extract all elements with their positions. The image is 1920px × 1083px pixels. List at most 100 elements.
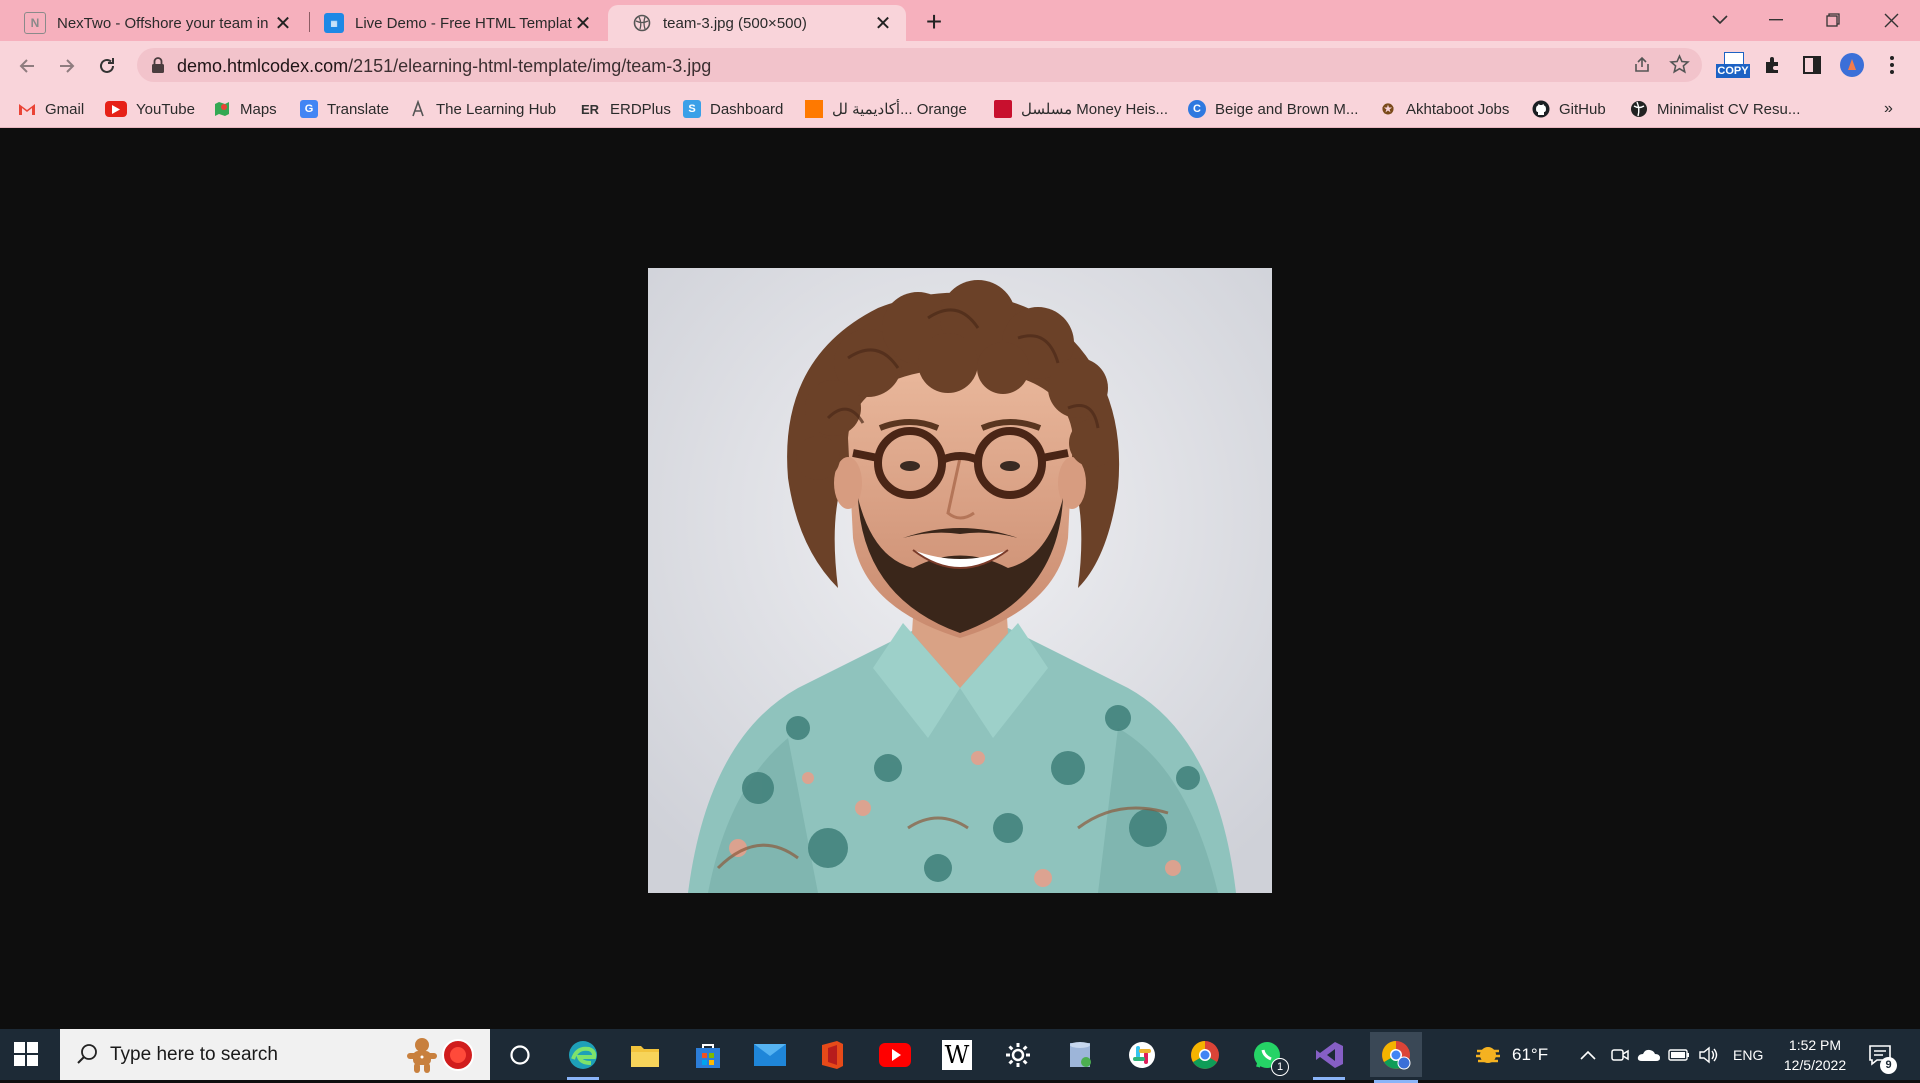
taskbar-search-box[interactable]: Type here to search (60, 1029, 490, 1080)
copy-extension-button[interactable]: COPY (1715, 51, 1751, 79)
close-tab-icon[interactable]: ✕ (272, 12, 294, 35)
profile-avatar[interactable] (1838, 51, 1866, 79)
forward-button[interactable] (52, 51, 82, 81)
bookmark-erdplus[interactable]: ER ERDPlus (579, 96, 671, 122)
meet-now-icon[interactable] (1611, 1029, 1629, 1080)
taskbar-office[interactable] (812, 1036, 852, 1074)
taskbar-chrome[interactable] (1185, 1036, 1225, 1074)
image-viewer (0, 128, 1920, 1029)
close-tab-icon[interactable]: ✕ (872, 12, 894, 35)
search-placeholder: Type here to search (110, 1044, 278, 1065)
browser-toolbar: demo.htmlcodex.com/2151/elearning-html-t… (0, 41, 1920, 89)
slack-icon (1129, 1042, 1155, 1068)
folder-icon (631, 1046, 659, 1067)
onedrive-icon[interactable] (1637, 1029, 1661, 1080)
taskbar-chrome-active[interactable] (1370, 1032, 1422, 1083)
chevron-down-icon (1712, 15, 1728, 25)
bookmark-maps[interactable]: Maps (213, 96, 277, 122)
windows-logo-icon (14, 1042, 38, 1066)
lock-icon[interactable] (151, 57, 165, 78)
htmlcodex-icon: ▦ (324, 13, 344, 33)
taskbar-wikipedia[interactable]: W (937, 1036, 977, 1074)
notification-count: 9 (1880, 1057, 1897, 1074)
bookmark-star-icon[interactable] (1669, 54, 1690, 80)
taskbar-settings[interactable] (998, 1036, 1038, 1074)
orange-icon (805, 100, 823, 118)
taskbar-mail[interactable] (750, 1036, 790, 1074)
bookmark-youtube[interactable]: YouTube (105, 96, 195, 122)
menu-kebab-icon[interactable] (1878, 51, 1906, 79)
erdplus-icon: ER (580, 101, 600, 117)
gingerbread-icon[interactable] (405, 1036, 439, 1079)
tab-nextwo[interactable]: N NexTwo - Offshore your team in ✕ (0, 5, 306, 41)
youtube-icon (105, 101, 127, 117)
side-panel-icon[interactable] (1798, 51, 1826, 79)
team-photo[interactable] (648, 268, 1272, 893)
taskbar-file-explorer[interactable] (625, 1036, 665, 1074)
bookmark-minimalist-cv[interactable]: Minimalist CV Resu... (1630, 96, 1800, 122)
language-indicator[interactable]: ENG (1733, 1029, 1763, 1080)
bookmark-beige-brown[interactable]: C Beige and Brown M... (1188, 96, 1358, 122)
edge-icon (569, 1041, 597, 1069)
battery-icon[interactable] (1668, 1029, 1690, 1080)
address-bar[interactable]: demo.htmlcodex.com/2151/elearning-html-t… (137, 48, 1702, 82)
volume-icon[interactable] (1698, 1029, 1720, 1080)
bookmark-orange[interactable]: أكاديمية لل... Orange (805, 96, 967, 122)
gear-icon (1006, 1043, 1030, 1067)
bookmark-akhtaboot[interactable]: ✪ Akhtaboot Jobs (1379, 96, 1509, 122)
tab-live-demo[interactable]: ▦ Live Demo - Free HTML Template ✕ (300, 5, 606, 41)
reload-icon (100, 58, 114, 73)
globe-icon (632, 13, 652, 33)
windows-taskbar: Type here to search W 1 61°F ENG 1:52 PM… (0, 1029, 1920, 1083)
clock[interactable]: 1:52 PM 12/5/2022 (1778, 1029, 1852, 1080)
red-orb-icon[interactable] (442, 1039, 474, 1076)
taskbar-youtube[interactable] (875, 1036, 915, 1074)
tab-title: team-3.jpg (500×500) (663, 14, 807, 32)
taskbar-slack[interactable] (1122, 1036, 1162, 1074)
forward-arrow-icon (60, 59, 75, 73)
reload-button[interactable] (92, 51, 122, 81)
youtube-icon (879, 1043, 911, 1067)
bookmark-learning-hub[interactable]: The Learning Hub (409, 96, 556, 122)
bookmark-github[interactable]: GitHub (1532, 96, 1606, 122)
weather-widget[interactable]: 61°F (1473, 1029, 1548, 1080)
minimize-button[interactable] (1748, 0, 1804, 40)
visual-studio-icon (1316, 1042, 1343, 1068)
cortana-icon (510, 1045, 530, 1065)
close-window-button[interactable] (1863, 0, 1919, 40)
nextwo-icon: N (24, 12, 46, 34)
back-button[interactable] (12, 51, 42, 81)
taskbar-store[interactable] (688, 1036, 728, 1074)
new-tab-button[interactable]: + (920, 6, 948, 37)
taskbar-db-app[interactable] (1060, 1036, 1100, 1074)
whatsapp-badge: 1 (1271, 1058, 1289, 1076)
close-tab-icon[interactable]: ✕ (572, 12, 594, 35)
taskbar-edge[interactable] (563, 1036, 603, 1080)
chrome-icon (1191, 1041, 1219, 1069)
url-text: demo.htmlcodex.com/2151/elearning-html-t… (177, 56, 712, 76)
dashboard-icon: S (683, 100, 701, 118)
bookmark-translate[interactable]: G Translate (300, 96, 389, 122)
share-icon[interactable] (1632, 55, 1652, 80)
tab-team-3[interactable]: team-3.jpg (500×500) ✕ (608, 5, 906, 41)
taskbar-visual-studio[interactable] (1309, 1036, 1349, 1080)
bookmark-dashboard[interactable]: S Dashboard (683, 96, 783, 122)
restore-button[interactable] (1805, 0, 1861, 40)
search-icon (76, 1043, 98, 1070)
bookmark-gmail[interactable]: Gmail (18, 96, 84, 122)
database-icon (1070, 1042, 1091, 1067)
cortana-button[interactable] (500, 1036, 540, 1074)
extensions-icon[interactable] (1759, 51, 1787, 79)
akhtaboot-icon: ✪ (1382, 100, 1394, 117)
windows-start-button[interactable] (14, 1042, 40, 1068)
notifications-button[interactable]: 9 (1868, 1029, 1897, 1080)
bookmarks-overflow-button[interactable]: » (1884, 96, 1893, 122)
globe-icon (1630, 100, 1648, 118)
taskbar-whatsapp[interactable]: 1 (1247, 1036, 1289, 1076)
bookmark-money-heist[interactable]: مسلسل Money Heis... (994, 96, 1168, 122)
tab-search-button[interactable] (1692, 0, 1748, 40)
office-icon (822, 1041, 843, 1069)
clock-date: 12/5/2022 (1783, 1056, 1847, 1073)
github-icon (1532, 100, 1550, 118)
tray-overflow-button[interactable] (1580, 1029, 1596, 1080)
